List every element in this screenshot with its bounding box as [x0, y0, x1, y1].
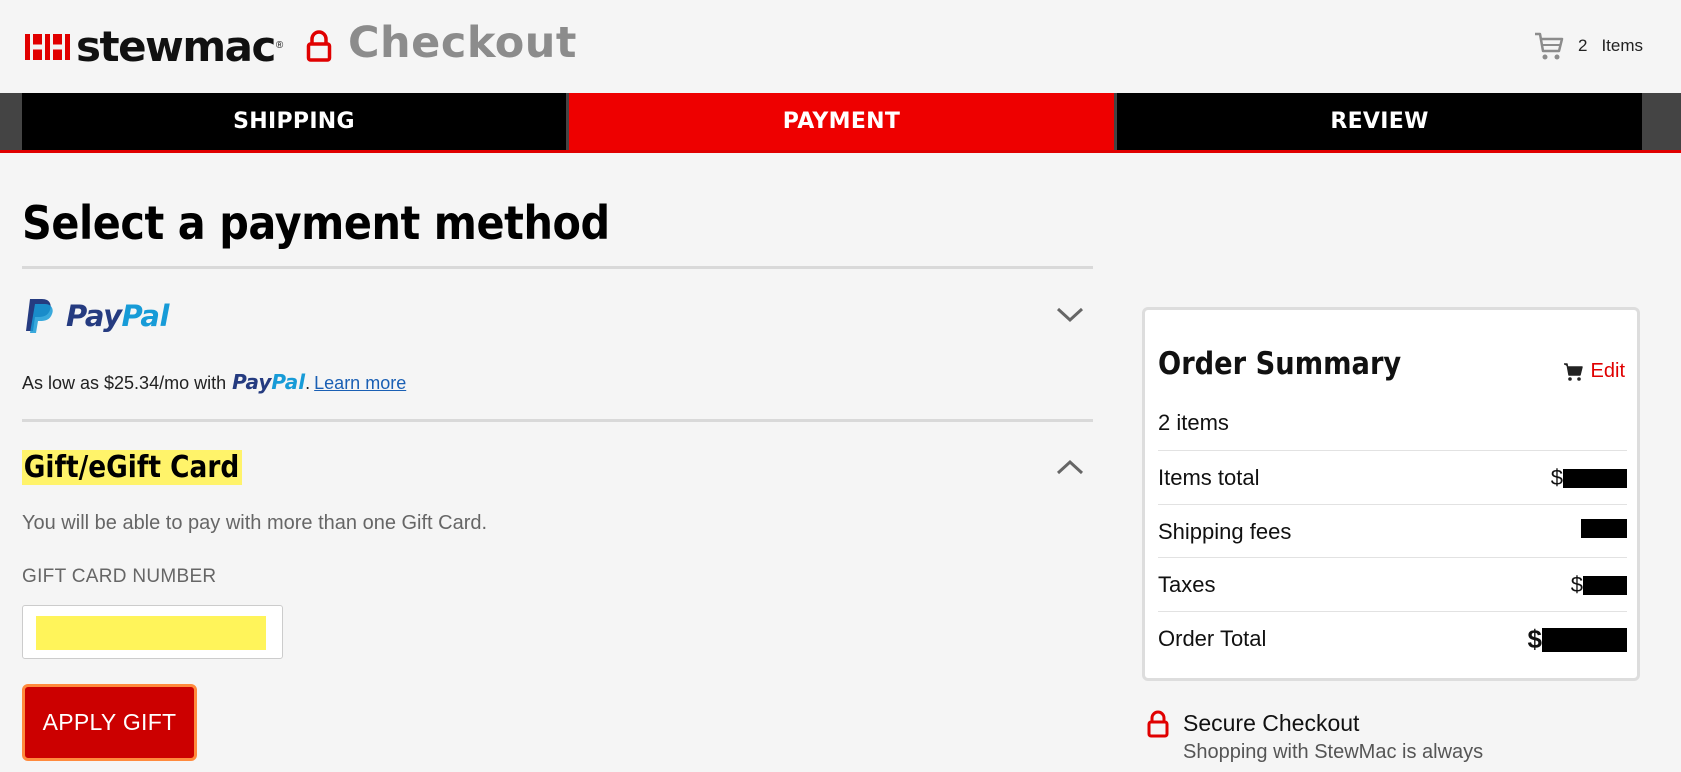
registered-mark: ®: [275, 39, 284, 51]
redacted-amount: [1563, 468, 1627, 488]
summary-row-items-total: Items total $: [1158, 450, 1627, 503]
summary-value: $: [1571, 572, 1627, 598]
edit-cart-link[interactable]: Edit: [1563, 360, 1625, 383]
summary-value: $: [1528, 624, 1627, 655]
paypal-note-period: .: [305, 373, 311, 393]
paypal-inline-logo: PayPal: [232, 370, 306, 394]
learn-more-link[interactable]: Learn more: [314, 373, 406, 394]
paypal-option[interactable]: PayPal: [24, 298, 169, 334]
secure-checkout: Secure Checkout Shopping with StewMac is…: [1147, 709, 1483, 767]
header-cart[interactable]: 2 Items: [1534, 30, 1643, 62]
chevron-up-icon[interactable]: [1055, 458, 1085, 478]
paypal-note-text: As low as $25.34/mo with: [22, 373, 227, 393]
step-review[interactable]: REVIEW: [1117, 93, 1642, 150]
lock-icon: [306, 30, 332, 62]
redacted-amount: [1581, 519, 1627, 538]
cart-count: 2: [1577, 36, 1588, 55]
divider: [22, 266, 1093, 269]
small-cart-icon: [1563, 362, 1583, 381]
page-title: Select a payment method: [22, 196, 610, 250]
logo-mark-icon: [25, 34, 70, 60]
stewmac-logo[interactable]: stewmac ®: [25, 22, 284, 71]
gift-card-number-field[interactable]: [22, 605, 283, 659]
gift-card-number-label: GIFT CARD NUMBER: [22, 566, 217, 587]
chevron-down-icon[interactable]: [1055, 304, 1085, 324]
paypal-installments-note: As low as $25.34/mo with PayPal . Learn …: [22, 370, 406, 394]
gift-card-heading[interactable]: Gift/eGift Card: [22, 450, 242, 485]
edit-link: Edit: [1590, 360, 1625, 382]
summary-row-shipping: Shipping fees: [1158, 504, 1627, 557]
summary-label: Taxes: [1158, 572, 1216, 597]
cart-icon: [1534, 32, 1564, 60]
checkout-steps: SHIPPING PAYMENT REVIEW: [0, 93, 1681, 153]
summary-value: [1581, 519, 1627, 538]
summary-value: $: [1551, 465, 1627, 491]
site-header: stewmac ® Checkout 2 Items: [0, 0, 1681, 93]
secure-checkout-subtitle: Shopping with StewMac is always: [1183, 741, 1484, 763]
apply-gift-button[interactable]: APPLY GIFT: [22, 684, 197, 761]
paypal-p-icon: [26, 299, 53, 333]
lock-icon: [1147, 710, 1169, 738]
redacted-amount: [1542, 627, 1627, 652]
step-payment[interactable]: PAYMENT: [569, 93, 1114, 150]
summary-row-order-total: Order Total $: [1158, 611, 1627, 664]
divider: [22, 419, 1093, 422]
logo-wordmark: stewmac: [76, 22, 276, 71]
secure-checkout-title: Secure Checkout: [1183, 710, 1360, 736]
checkout-title: Checkout: [348, 18, 577, 68]
order-summary: Order Summary Edit 2 items Items total $…: [1142, 307, 1640, 681]
summary-label: Items total: [1158, 465, 1260, 490]
cart-label: Items: [1601, 36, 1643, 55]
order-summary-title: Order Summary: [1158, 346, 1402, 382]
redacted-amount: [1583, 575, 1627, 595]
paypal-wordmark: PayPal: [66, 299, 169, 333]
summary-item-count: 2 items: [1158, 410, 1229, 435]
summary-row-taxes: Taxes $: [1158, 557, 1627, 610]
summary-label: Shipping fees: [1158, 519, 1292, 544]
step-shipping[interactable]: SHIPPING: [22, 93, 566, 150]
gift-card-description: You will be able to pay with more than o…: [22, 512, 488, 534]
gift-card-number-value: [36, 616, 266, 650]
summary-label: Order Total: [1158, 626, 1267, 651]
